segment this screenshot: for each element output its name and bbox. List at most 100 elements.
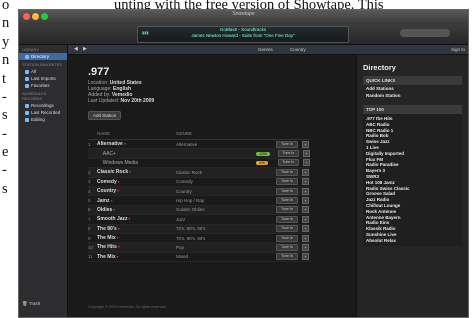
table-row[interactable]: 1 Alternative ♥ Alternative Tune In + (88, 140, 310, 150)
tune-in-button[interactable]: Tune In (277, 159, 300, 167)
row-genre: Comedy (176, 179, 193, 185)
favorite-heart-icon[interactable]: ♥ (117, 227, 120, 231)
document-left-fragment: y (2, 34, 10, 50)
table-row[interactable]: 10 The Hits ♥ Pop Tune In + (88, 243, 310, 253)
add-stream-button[interactable]: + (303, 150, 310, 158)
sidebar-item[interactable]: Last Imports (19, 75, 67, 82)
quick-links-header: QUICK LINKS (363, 76, 462, 85)
directory-title: Directory (363, 63, 396, 72)
row-number: 9 (88, 235, 91, 241)
row-number: 8 (88, 226, 91, 232)
main-area: ◀ ▶ Genres Country Sign In .977 Location… (68, 45, 468, 317)
top100-station-link[interactable]: Absolut Relax (363, 238, 462, 244)
quick-link[interactable]: Add Stations (363, 85, 462, 92)
updated-value: Nov 20th 2009 (120, 98, 155, 104)
favorite-heart-icon[interactable]: ♥ (116, 236, 119, 240)
quick-link[interactable]: Random Station (363, 92, 462, 99)
add-stream-button[interactable]: + (302, 197, 309, 205)
add-stream-button[interactable]: + (302, 178, 309, 186)
sidebar-item[interactable]: Recordings (19, 102, 67, 109)
column-name[interactable]: NAME (97, 131, 176, 139)
row-number: 6 (88, 207, 91, 213)
favorite-heart-icon[interactable]: ♥ (110, 199, 112, 203)
now-playing-track: James Newton Howard - Suite from "One Fi… (191, 33, 295, 38)
sidebar-section-header: Library (22, 47, 40, 52)
tab-country[interactable]: Country (290, 47, 306, 52)
tune-in-button[interactable]: Tune In (276, 197, 298, 205)
favorite-heart-icon[interactable]: ♥ (128, 170, 131, 174)
tune-in-button[interactable]: Tune In (276, 140, 298, 148)
sign-in-link[interactable]: Sign In (451, 47, 465, 52)
add-stream-button[interactable]: + (302, 215, 309, 223)
forward-arrow-icon[interactable]: ▶ (83, 46, 87, 52)
folder-icon (25, 103, 29, 108)
row-number: 4 (88, 188, 91, 194)
add-station-button[interactable]: Add Station (88, 111, 122, 120)
row-name: The Hits ♥ (97, 244, 176, 250)
tune-in-button[interactable]: Tune In (276, 253, 298, 261)
favorite-heart-icon[interactable]: ♥ (116, 189, 119, 193)
sidebar-section-header: Scheduled Records (22, 91, 47, 101)
tune-in-button[interactable]: Tune In (276, 225, 298, 233)
row-name-text: Oldies (97, 206, 113, 213)
sidebar-item[interactable]: All (19, 68, 67, 75)
add-stream-button[interactable]: + (302, 206, 309, 214)
row-genre: Pop (176, 244, 185, 250)
tune-in-button[interactable]: Tune In (276, 178, 298, 186)
sidebar-item[interactable]: Favorites (19, 82, 67, 89)
column-genre[interactable]: GENRE (176, 131, 254, 139)
add-stream-button[interactable]: + (302, 140, 309, 148)
add-stream-button[interactable]: + (302, 168, 309, 176)
table-row[interactable]: 3 Comedy ♥ Comedy Tune In + (88, 178, 310, 187)
add-stream-button[interactable]: + (302, 225, 309, 233)
sidebar-item[interactable]: Directory (19, 53, 67, 60)
add-stream-button[interactable]: + (302, 187, 309, 195)
search-field[interactable] (400, 29, 450, 37)
favorite-heart-icon[interactable]: ♥ (117, 180, 120, 184)
sidebar-item-label: Recordings (31, 103, 54, 108)
table-row[interactable]: 5 Jamz ♥ Hip Hop / Rap Tune In + (88, 196, 310, 206)
row-name-text: Classic Rock (97, 169, 129, 176)
row-name-text: Smooth Jazz (97, 216, 128, 223)
tune-in-button[interactable]: Tune In (277, 150, 300, 158)
table-row[interactable]: 2 Classic Rock ♥ Classic Rock Tune In + (88, 168, 310, 178)
tune-in-button[interactable]: Tune In (276, 234, 298, 242)
favorite-heart-icon[interactable]: ♥ (116, 255, 119, 259)
tune-in-button[interactable]: Tune In (276, 206, 298, 214)
table-row[interactable]: 4 Country ♥ Country Tune In + (88, 186, 310, 197)
tune-in-button[interactable]: Tune In (276, 215, 298, 223)
tune-in-button[interactable]: Tune In (276, 243, 298, 251)
add-stream-button[interactable]: + (302, 253, 309, 261)
back-arrow-icon[interactable]: ◀ (74, 46, 78, 52)
favorite-heart-icon[interactable]: ♥ (128, 217, 131, 221)
add-stream-button[interactable]: + (302, 243, 309, 251)
sidebar-trash[interactable]: 🗑 Trash (22, 301, 40, 307)
table-row[interactable]: 7 Smooth Jazz ♥ Jazz Tune In + (88, 215, 310, 225)
add-stream-button[interactable]: + (302, 234, 309, 242)
sidebar-item[interactable]: Editing (19, 116, 67, 123)
tab-genres[interactable]: Genres (258, 47, 273, 52)
table-row[interactable]: 6 Oldies ♥ Golden Oldies Tune In + (88, 205, 310, 216)
row-genre: Golden Oldies (176, 207, 205, 213)
table-row[interactable]: 9 The Mix ♥ 70's, 80's, 90's Tune In + (88, 234, 310, 244)
table-row[interactable]: 11 The Mix ♥ Mixed Tune In + (88, 253, 310, 263)
sidebar-item-label: All (31, 69, 37, 74)
add-stream-button[interactable]: + (303, 159, 310, 167)
sidebar-item-label: Last Imports (31, 76, 56, 81)
favorite-heart-icon[interactable]: ♥ (123, 142, 126, 146)
title-bar[interactable]: Snowtape (19, 10, 468, 24)
sidebar-item[interactable]: Last Recorded (19, 109, 67, 116)
toolbar: ▮▮▮ GoBlast! - Soundtracks James Newton … (19, 24, 468, 45)
row-name-text: Alternative (97, 141, 123, 148)
document-left-fragment: o (2, 0, 10, 13)
row-name: Smooth Jazz ♥ (97, 216, 176, 222)
tune-in-button[interactable]: Tune In (276, 187, 298, 195)
now-playing-display: ▮▮▮ GoBlast! - Soundtracks James Newton … (137, 26, 349, 43)
table-row[interactable]: Windows Media 64K Tune In + (88, 159, 310, 169)
table-row[interactable]: 8 The 80's ♥ 70's, 80's, 90's Tune In + (88, 224, 310, 234)
favorite-heart-icon[interactable]: ♥ (112, 208, 115, 212)
tune-in-button[interactable]: Tune In (276, 168, 298, 176)
table-row[interactable]: AAC+ 128K Tune In + (88, 149, 310, 159)
favorite-heart-icon[interactable]: ♥ (117, 245, 120, 249)
trash-label: Trash (28, 301, 41, 306)
